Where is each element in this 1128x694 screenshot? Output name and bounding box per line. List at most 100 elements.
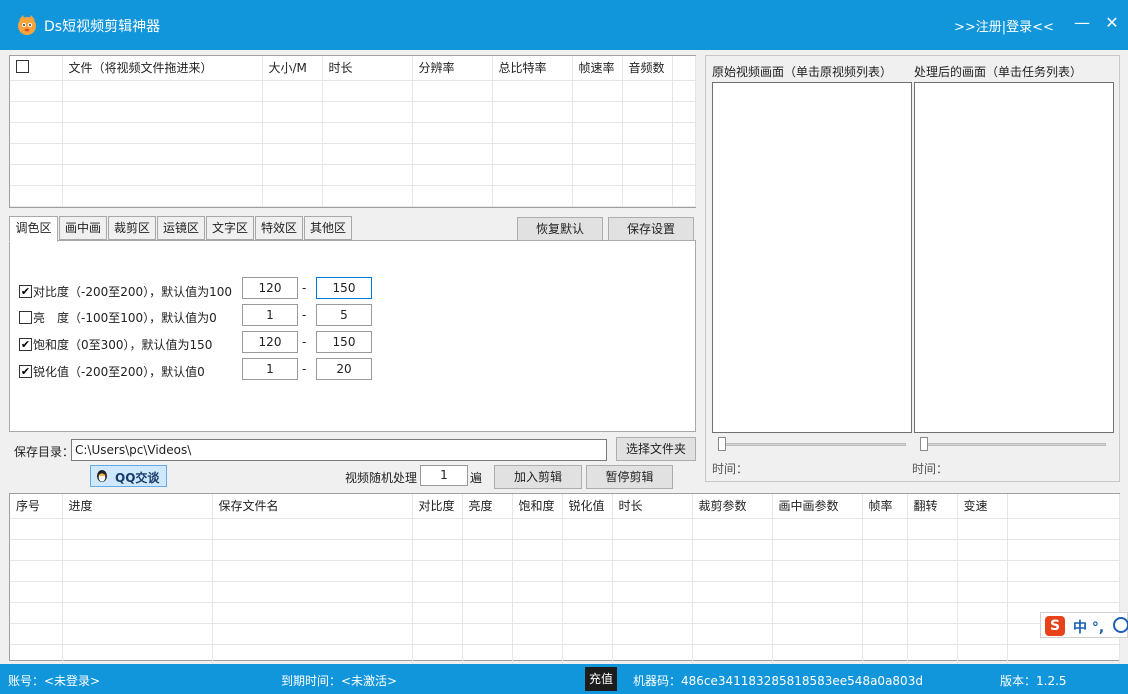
brightness-max-input[interactable]: 5 — [316, 304, 372, 326]
tab-camera-motion[interactable]: 运镜区 — [157, 216, 205, 240]
qq-chat-label: QQ交谈 — [115, 471, 160, 485]
column-header-save-filename: 保存文件名 — [212, 494, 413, 519]
saturation-checkbox[interactable]: ✔ — [19, 338, 32, 351]
save-settings-button[interactable]: 保存设置 — [608, 217, 694, 241]
contrast-min-input[interactable]: 120 — [242, 277, 298, 299]
saturation-max-input[interactable]: 150 — [316, 331, 372, 353]
brightness-label: 亮 度（-100至100），默认值为0 — [33, 311, 217, 325]
sharpness-range-dash: - — [302, 362, 307, 376]
table-row[interactable] — [10, 623, 1120, 645]
processed-preview-label: 处理后的画面（单击任务列表） — [914, 65, 1083, 79]
column-header-speed: 变速 — [957, 494, 1008, 519]
save-dir-input[interactable]: C:\Users\pc\Videos\ — [71, 439, 607, 461]
sharpness-checkbox[interactable]: ✔ — [19, 365, 32, 378]
app-title: Ds短视频剪辑神器 — [44, 19, 161, 35]
file-table-header: 文件（将视频文件拖进来） 大小/M 时长 分辨率 总比特率 帧速率 音频数 — [10, 56, 696, 81]
ime-mode-text: 中 °, — [1073, 620, 1105, 636]
app-logo-icon — [16, 14, 38, 36]
processed-seek-thumb[interactable] — [920, 437, 928, 451]
column-header-pip-params: 画中画参数 — [772, 494, 863, 519]
login-register-link[interactable]: >>注册|登录<< — [954, 16, 1054, 35]
original-time-label: 时间： — [712, 462, 749, 476]
column-header-audio-count: 音频数 — [622, 56, 673, 81]
column-header-flip: 翻转 — [907, 494, 958, 519]
column-header-crop-params: 裁剪参数 — [692, 494, 773, 519]
table-row[interactable] — [10, 122, 696, 144]
table-row[interactable] — [10, 602, 1120, 624]
task-table[interactable]: 序号 进度 保存文件名 对比度 亮度 饱和度 锐化值 时长 裁剪参数 画中画参数… — [9, 493, 1120, 666]
column-header-file: 文件（将视频文件拖进来） — [62, 56, 263, 81]
column-header-sharpness: 锐化值 — [562, 494, 613, 519]
sharpness-label: 锐化值（-200至200），默认值0 — [33, 365, 205, 379]
column-header-framerate: 帧速率 — [572, 56, 623, 81]
processed-time-label: 时间： — [912, 462, 949, 476]
original-seek-thumb[interactable] — [718, 437, 726, 451]
minimize-button[interactable]: — — [1070, 12, 1094, 36]
expire-status: 到期时间：<未激活> — [281, 674, 398, 688]
status-bar: 账号：<未登录> 到期时间：<未激活> 充值 机器码：486ce34118328… — [0, 664, 1128, 694]
original-seek-slider[interactable] — [718, 443, 906, 446]
tab-color[interactable]: 调色区 — [9, 216, 58, 242]
title-bar: Ds短视频剪辑神器 >>注册|登录<< — ✕ — [0, 0, 1128, 50]
tab-effects[interactable]: 特效区 — [255, 216, 303, 240]
column-header-frame-rate: 帧率 — [862, 494, 908, 519]
preview-panel: 原始视频画面（单击原视频列表） 处理后的画面（单击任务列表） 时间： 时间： — [705, 55, 1120, 482]
table-row[interactable] — [10, 560, 1120, 582]
table-row[interactable] — [10, 539, 1120, 561]
version-label: 版本：1.2.5 — [1000, 674, 1067, 688]
processed-video-preview[interactable] — [914, 82, 1114, 433]
column-header-contrast: 对比度 — [412, 494, 463, 519]
table-row[interactable] — [10, 581, 1120, 603]
brightness-range-dash: - — [302, 308, 307, 322]
qq-penguin-icon — [95, 469, 109, 483]
tab-text[interactable]: 文字区 — [206, 216, 254, 240]
table-row[interactable] — [10, 185, 696, 207]
tab-crop[interactable]: 裁剪区 — [108, 216, 156, 240]
original-video-preview[interactable] — [712, 82, 912, 433]
close-button[interactable]: ✕ — [1100, 12, 1124, 36]
contrast-label: 对比度（-200至200），默认值为100 — [33, 285, 233, 299]
sharpness-min-input[interactable]: 1 — [242, 358, 298, 380]
column-header-index: 序号 — [10, 494, 63, 519]
random-process-unit: 遍 — [470, 471, 483, 485]
pause-edit-button[interactable]: 暂停剪辑 — [586, 465, 673, 489]
add-edit-button[interactable]: 加入剪辑 — [494, 465, 582, 489]
column-header-brightness: 亮度 — [462, 494, 513, 519]
choose-folder-button[interactable]: 选择文件夹 — [616, 437, 696, 461]
task-table-header: 序号 进度 保存文件名 对比度 亮度 饱和度 锐化值 时长 裁剪参数 画中画参数… — [10, 494, 1120, 519]
select-all-checkbox-cell[interactable] — [10, 56, 63, 81]
sharpness-max-input[interactable]: 20 — [316, 358, 372, 380]
column-header-spacer — [672, 56, 696, 81]
table-row[interactable] — [10, 644, 1120, 666]
table-row[interactable] — [10, 143, 696, 165]
table-row[interactable] — [10, 101, 696, 123]
tab-picture-in-picture[interactable]: 画中画 — [59, 216, 107, 240]
table-row[interactable] — [10, 164, 696, 186]
brightness-min-input[interactable]: 1 — [242, 304, 298, 326]
tab-other[interactable]: 其他区 — [304, 216, 352, 240]
saturation-label: 饱和度（0至300），默认值为150 — [33, 338, 213, 352]
ime-emoji-icon — [1113, 617, 1128, 633]
contrast-max-input[interactable]: 150 — [316, 277, 372, 299]
brightness-checkbox[interactable] — [19, 311, 32, 324]
saturation-min-input[interactable]: 120 — [242, 331, 298, 353]
column-header-resolution: 分辨率 — [412, 56, 493, 81]
column-header-bitrate: 总比特率 — [492, 56, 573, 81]
table-row[interactable] — [10, 518, 1120, 540]
random-process-count-input[interactable]: 1 — [420, 465, 468, 486]
sogou-ime-icon: S — [1045, 616, 1065, 636]
random-process-label: 视频随机处理 — [345, 471, 418, 485]
contrast-checkbox[interactable]: ✔ — [19, 285, 32, 298]
processed-seek-slider[interactable] — [920, 443, 1106, 446]
recharge-button[interactable]: 充值 — [585, 667, 617, 691]
contrast-range-dash: - — [302, 281, 307, 295]
ime-toolbar[interactable]: S 中 °, — [1040, 612, 1128, 638]
qq-chat-button[interactable]: QQ交谈 — [90, 465, 167, 487]
column-header-task-duration: 时长 — [612, 494, 693, 519]
restore-default-button[interactable]: 恢复默认 — [517, 217, 603, 241]
source-file-table[interactable]: 文件（将视频文件拖进来） 大小/M 时长 分辨率 总比特率 帧速率 音频数 — [9, 55, 696, 208]
column-header-spacer — [1007, 494, 1120, 519]
table-row[interactable] — [10, 80, 696, 102]
saturation-range-dash: - — [302, 335, 307, 349]
select-all-checkbox[interactable] — [16, 59, 29, 73]
